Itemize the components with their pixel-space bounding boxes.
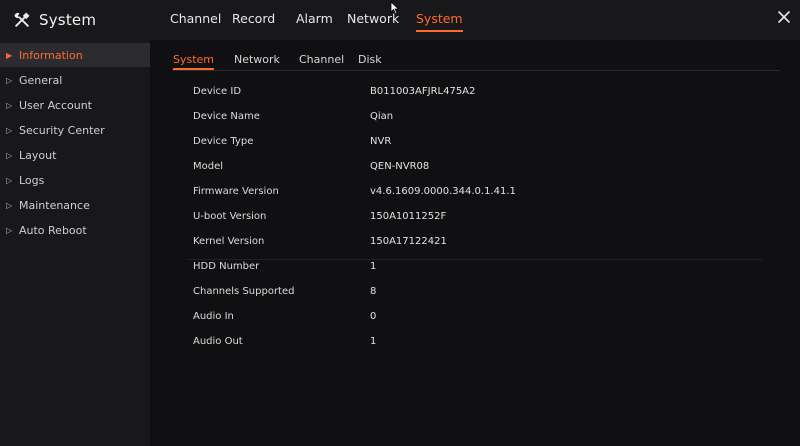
triangle-right-icon: ▶ <box>6 50 13 60</box>
info-row-kernel-version: Kernel Version 150A17122421 <box>150 232 790 260</box>
subtab-divider <box>172 70 780 71</box>
info-label: Firmware Version <box>193 186 279 197</box>
info-value: B011003AFJRL475A2 <box>370 86 476 97</box>
sidebar-item-auto-reboot[interactable]: ▷ Auto Reboot <box>0 218 150 242</box>
tab-channel[interactable]: Channel <box>170 11 221 26</box>
subtab-disk[interactable]: Disk <box>358 53 382 66</box>
triangle-right-outline-icon: ▷ <box>6 175 13 185</box>
info-row-audio-out: Audio Out 1 <box>150 332 790 356</box>
sidebar-item-user-account[interactable]: ▷ User Account <box>0 93 150 117</box>
info-value: 150A17122421 <box>370 236 447 247</box>
close-icon[interactable] <box>776 9 792 25</box>
info-row-model: Model QEN-NVR08 <box>150 157 790 181</box>
info-value: NVR <box>370 136 392 147</box>
sidebar-item-label: User Account <box>19 98 92 112</box>
sidebar-item-maintenance[interactable]: ▷ Maintenance <box>0 193 150 217</box>
triangle-right-outline-icon: ▷ <box>6 100 13 110</box>
info-value: 1 <box>370 261 377 272</box>
info-row-device-id: Device ID B011003AFJRL475A2 <box>150 82 790 106</box>
info-label: Model <box>193 161 224 172</box>
triangle-right-outline-icon: ▷ <box>6 150 13 160</box>
info-row-device-type: Device Type NVR <box>150 132 790 156</box>
info-value: 1 <box>370 336 377 347</box>
info-label: Audio Out <box>193 336 243 347</box>
page-title: System <box>39 11 97 29</box>
info-label: Device Type <box>193 136 254 147</box>
info-row-firmware-version: Firmware Version v4.6.1609.0000.344.0.1.… <box>150 182 790 206</box>
subtab-network[interactable]: Network <box>234 53 280 66</box>
content-panel: System Network Channel Disk Device ID B0… <box>150 40 800 446</box>
sidebar-item-logs[interactable]: ▷ Logs <box>0 168 150 192</box>
info-value: 150A1011252F <box>370 211 447 222</box>
info-label: U-boot Version <box>193 211 267 222</box>
sidebar-item-label: Information <box>19 48 83 62</box>
sidebar-item-label: Layout <box>19 148 57 162</box>
info-value: 0 <box>370 311 377 322</box>
info-value: v4.6.1609.0000.344.0.1.41.1 <box>370 186 516 197</box>
sidebar: ▶ Information ▷ General ▷ User Account ▷… <box>0 40 150 446</box>
info-row-audio-in: Audio In 0 <box>150 307 790 331</box>
triangle-right-outline-icon: ▷ <box>6 125 13 135</box>
info-row-device-name: Device Name Qian <box>150 107 790 131</box>
tab-alarm[interactable]: Alarm <box>296 11 333 26</box>
triangle-right-outline-icon: ▷ <box>6 225 13 235</box>
info-value: QEN-NVR08 <box>370 161 430 172</box>
app-title: System <box>12 9 96 31</box>
sidebar-item-label: Maintenance <box>19 198 90 212</box>
info-label: HDD Number <box>193 261 260 272</box>
subtab-system[interactable]: System <box>173 53 215 70</box>
top-bar: System Channel Record Alarm Network Syst… <box>0 0 800 40</box>
subtab-channel[interactable]: Channel <box>299 53 344 66</box>
triangle-right-outline-icon: ▷ <box>6 75 13 85</box>
triangle-right-outline-icon: ▷ <box>6 200 13 210</box>
mouse-cursor-icon <box>390 1 400 15</box>
sidebar-item-information[interactable]: ▶ Information <box>0 43 150 67</box>
info-value: 8 <box>370 286 377 297</box>
info-label: Audio In <box>193 311 234 322</box>
info-label: Channels Supported <box>193 286 295 297</box>
sidebar-item-label: General <box>19 73 63 87</box>
sidebar-item-security-center[interactable]: ▷ Security Center <box>0 118 150 142</box>
info-label: Device ID <box>193 86 242 97</box>
info-label: Kernel Version <box>193 236 265 247</box>
tools-icon <box>14 12 30 27</box>
sidebar-item-label: Security Center <box>19 123 105 137</box>
info-row-channels-supported: Channels Supported 8 <box>150 282 790 306</box>
info-value: Qian <box>370 111 394 122</box>
tab-system[interactable]: System <box>416 11 463 32</box>
info-row-uboot-version: U-boot Version 150A1011252F <box>150 207 790 231</box>
tab-record[interactable]: Record <box>232 11 275 26</box>
sidebar-item-label: Logs <box>19 173 45 187</box>
sidebar-item-general[interactable]: ▷ General <box>0 68 150 92</box>
sidebar-item-layout[interactable]: ▷ Layout <box>0 143 150 167</box>
info-label: Device Name <box>193 111 260 122</box>
sidebar-item-label: Auto Reboot <box>19 223 87 237</box>
info-row-hdd-number: HDD Number 1 <box>150 257 790 281</box>
